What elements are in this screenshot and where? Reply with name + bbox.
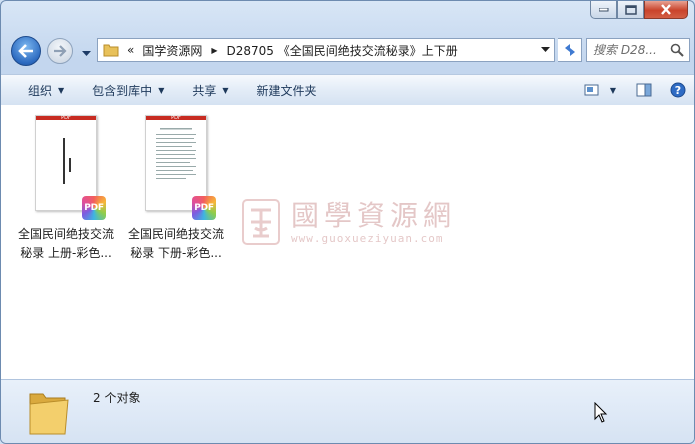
folder-icon [103, 44, 119, 57]
close-icon [661, 4, 671, 15]
file-name-line: 全国民间绝技交流 [17, 227, 114, 241]
refresh-button[interactable] [558, 38, 582, 62]
file-name-line: 秘录 上册-彩色... [20, 246, 112, 260]
pdf-thumbnail: PDF PDF [35, 115, 106, 220]
pdf-badge-icon: PDF [192, 196, 216, 220]
maximize-icon [624, 4, 637, 15]
file-name: 全国民间绝技交流 秘录 下册-彩色... [123, 225, 229, 263]
search-input[interactable] [593, 43, 673, 57]
view-controls: ▼ ? [570, 75, 686, 105]
file-name-line: 全国民间绝技交流 [127, 227, 224, 241]
arrow-right-icon [54, 45, 67, 57]
search-box[interactable] [586, 38, 690, 62]
file-item[interactable]: PDF PDF 全国民间绝技交流 秘录 下册-彩色... [123, 115, 229, 263]
include-library-menu[interactable]: 包含到库中 ▼ [78, 75, 178, 105]
recent-pages-dropdown[interactable] [82, 46, 91, 60]
help-icon: ? [670, 82, 686, 98]
new-folder-label: 新建文件夹 [256, 83, 317, 98]
pdf-badge-label: PDF [194, 203, 214, 213]
share-label: 共享 [192, 83, 217, 98]
address-history-icon[interactable] [541, 47, 550, 53]
chevron-down-icon: ▼ [158, 85, 165, 95]
breadcrumb-item[interactable]: 国学资源网 [138, 42, 206, 59]
caption-buttons [590, 1, 688, 19]
thumbnail-page-content [156, 128, 196, 179]
watermark: 國學資源網 www.guoxueziyuan.com [241, 198, 456, 246]
svg-text:?: ? [675, 84, 681, 97]
organize-label: 组织 [28, 83, 53, 98]
minimize-icon [598, 7, 608, 11]
view-icon [584, 84, 599, 95]
include-library-label: 包含到库中 [92, 83, 153, 98]
mouse-pointer-icon [594, 402, 608, 423]
details-pane: 2 个对象 [1, 379, 694, 443]
breadcrumb-separator-icon[interactable]: ▶ [206, 46, 222, 55]
watermark-url: www.guoxueziyuan.com [291, 231, 444, 245]
change-view-button[interactable]: ▼ [584, 84, 616, 97]
watermark-title: 國學資源網 [291, 198, 457, 232]
pdf-badge-icon: PDF [82, 196, 106, 220]
new-folder-button[interactable]: 新建文件夹 [243, 75, 331, 105]
search-icon[interactable] [670, 43, 684, 57]
watermark-text: 國學資源網 www.guoxueziyuan.com [291, 198, 457, 245]
thumbnail-header-text: PDF [171, 115, 181, 121]
chevron-down-icon: ▼ [222, 85, 229, 95]
file-name-line: 秘录 下册-彩色... [130, 246, 222, 260]
folder-icon [29, 393, 69, 435]
share-menu[interactable]: 共享 ▼ [178, 75, 242, 105]
maximize-button[interactable] [617, 1, 644, 19]
navigation-bar: « 国学资源网 ▶ D28705 《全国民间绝技交流秘录》上下册 [9, 35, 690, 66]
chevron-down-icon [82, 51, 91, 56]
thumbnail-page-content [63, 138, 71, 184]
breadcrumb-item[interactable]: D28705 《全国民间绝技交流秘录》上下册 [223, 42, 462, 59]
chevron-down-icon: ▼ [609, 85, 616, 95]
address-bar[interactable]: « 国学资源网 ▶ D28705 《全国民间绝技交流秘录》上下册 [97, 38, 555, 62]
pdf-badge-label: PDF [84, 203, 104, 213]
organize-menu[interactable]: 组织 ▼ [1, 75, 78, 105]
forward-button[interactable] [47, 38, 73, 64]
seal-logo-icon [242, 199, 280, 245]
file-item[interactable]: PDF PDF 全国民间绝技交流 秘录 上册-彩色... [13, 115, 119, 263]
pdf-thumbnail: PDF PDF [145, 115, 216, 220]
address-overflow[interactable]: « [119, 43, 138, 57]
item-count: 2 个对象 [93, 391, 141, 405]
close-button[interactable] [644, 1, 688, 19]
preview-pane-icon [636, 83, 652, 97]
back-button[interactable] [11, 36, 41, 66]
help-button[interactable]: ? [670, 82, 686, 98]
refresh-icon [564, 44, 575, 56]
thumbnail-header-text: PDF [61, 115, 71, 121]
chevron-down-icon: ▼ [58, 85, 65, 95]
file-list: PDF PDF 全国民间绝技交流 秘录 上册-彩色... PDF PDF 全国民… [1, 105, 694, 379]
file-name: 全国民间绝技交流 秘录 上册-彩色... [13, 225, 119, 263]
command-bar: 组织 ▼ 包含到库中 ▼ 共享 ▼ 新建文件夹 ▼ ? [1, 74, 694, 106]
explorer-window: « 国学资源网 ▶ D28705 《全国民间绝技交流秘录》上下册 组织 ▼ 包含到… [0, 0, 695, 444]
preview-pane-button[interactable] [636, 83, 652, 97]
minimize-button[interactable] [590, 1, 617, 19]
arrow-left-icon [18, 44, 33, 58]
